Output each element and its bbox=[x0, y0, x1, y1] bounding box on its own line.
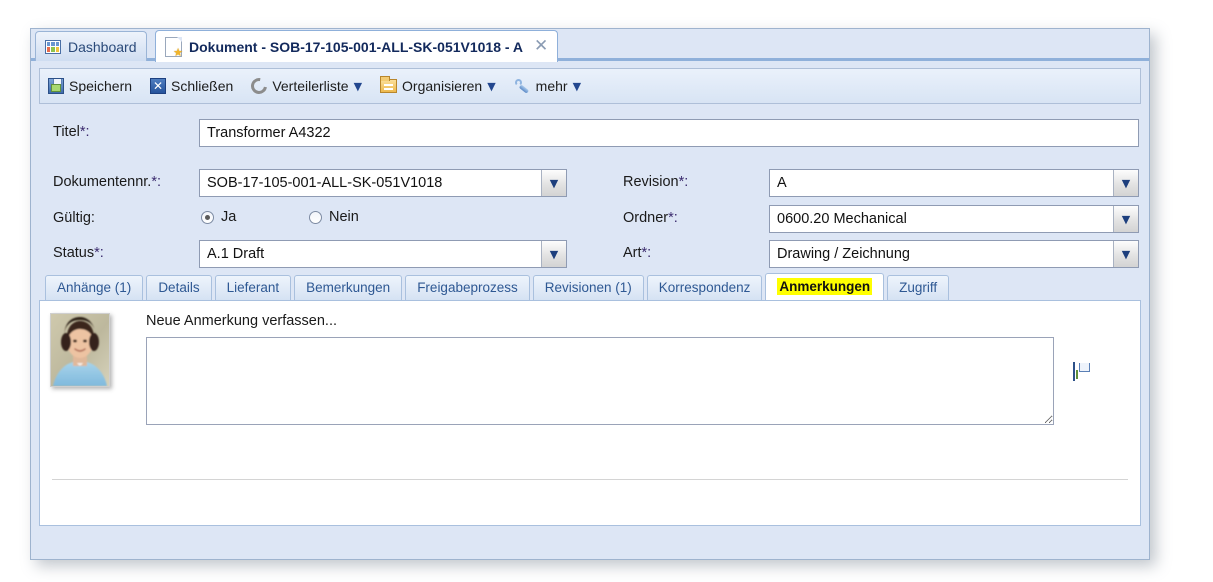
title-field[interactable]: Transformer A4322 bbox=[199, 119, 1139, 147]
avatar bbox=[50, 313, 110, 387]
tab-freigabeprozess-label: Freigabeprozess bbox=[417, 280, 518, 295]
compose-annotation-label: Neue Anmerkung verfassen... bbox=[146, 313, 338, 329]
revision-field[interactable]: A ▼ bbox=[769, 169, 1139, 197]
save-floppy-icon bbox=[48, 78, 64, 94]
more-label: mehr bbox=[535, 78, 568, 94]
folder-icon bbox=[380, 76, 398, 93]
tab-details[interactable]: Details bbox=[146, 275, 212, 300]
compose-annotation-textarea[interactable] bbox=[146, 337, 1054, 425]
radio-selected-icon bbox=[201, 210, 214, 224]
panel-divider bbox=[52, 479, 1128, 480]
revision-field-value: A bbox=[777, 175, 787, 191]
valid-radio-nein[interactable]: Nein bbox=[309, 209, 359, 225]
user-avatar-photo bbox=[51, 314, 109, 386]
valid-radio-ja-label: Ja bbox=[221, 209, 237, 225]
tab-bemerkungen[interactable]: Bemerkungen bbox=[294, 275, 403, 300]
tab-anmerkungen-label: Anmerkungen bbox=[777, 278, 873, 295]
distribution-list-button[interactable]: Verteilerliste ▼ bbox=[248, 74, 362, 98]
tab-anmerkungen[interactable]: Anmerkungen bbox=[765, 273, 885, 300]
save-floppy-icon bbox=[1073, 362, 1075, 381]
chevron-down-icon[interactable]: ▼ bbox=[354, 81, 362, 92]
tab-korrespondenz[interactable]: Korrespondenz bbox=[646, 275, 763, 300]
distribution-list-label: Verteilerliste bbox=[272, 78, 349, 94]
chevron-down-icon: ▼ bbox=[1121, 247, 1131, 261]
folder-dropdown-button[interactable]: ▼ bbox=[1113, 206, 1138, 232]
valid-radio-ja[interactable]: Ja bbox=[201, 209, 309, 225]
folder-field-label: Ordner*: bbox=[623, 210, 678, 226]
status-dropdown-button[interactable]: ▼ bbox=[541, 241, 566, 267]
screenshot-root: Dashboard ★ Dokument - SOB-17-105-001-AL… bbox=[0, 0, 1213, 582]
star-glyph: ★ bbox=[173, 45, 183, 59]
chevron-down-icon: ▼ bbox=[1121, 212, 1131, 226]
valid-radio-group: Ja Nein bbox=[201, 209, 359, 225]
new-annotation-row: Neue Anmerkung verfassen... bbox=[40, 301, 1140, 425]
organize-label: Organisieren bbox=[402, 78, 483, 94]
art-field-label: Art*: bbox=[623, 245, 652, 261]
tab-anhaenge-label: Anhänge (1) bbox=[57, 280, 132, 295]
tab-details-label: Details bbox=[158, 280, 200, 295]
revision-dropdown-button[interactable]: ▼ bbox=[1113, 170, 1138, 196]
tab-zugriff[interactable]: Zugriff bbox=[887, 275, 950, 300]
art-field-value: Drawing / Zeichnung bbox=[777, 246, 910, 262]
close-button[interactable]: ✕ Schließen bbox=[150, 78, 233, 94]
wrench-icon bbox=[514, 78, 531, 94]
distribution-recycle-icon bbox=[248, 74, 271, 98]
save-button-label: Speichern bbox=[69, 78, 133, 94]
window-tab-dashboard[interactable]: Dashboard bbox=[35, 31, 147, 61]
document-star-icon: ★ bbox=[165, 36, 183, 59]
art-dropdown-button[interactable]: ▼ bbox=[1113, 241, 1138, 267]
tab-anhaenge[interactable]: Anhänge (1) bbox=[45, 275, 144, 300]
document-number-field-label: Dokumentennr.*: bbox=[53, 174, 162, 190]
application-window: Dashboard ★ Dokument - SOB-17-105-001-AL… bbox=[30, 28, 1150, 560]
more-button[interactable]: mehr ▼ bbox=[514, 78, 581, 94]
status-field-value: A.1 Draft bbox=[207, 246, 265, 262]
tab-lieferant-label: Lieferant bbox=[226, 280, 280, 295]
save-annotation-button[interactable] bbox=[1073, 362, 1075, 381]
art-field[interactable]: Drawing / Zeichnung ▼ bbox=[769, 240, 1139, 268]
document-form: Titel*: Transformer A4322 Dokumentennr.*… bbox=[39, 114, 1141, 274]
status-field[interactable]: A.1 Draft ▼ bbox=[199, 240, 567, 268]
save-button[interactable]: Speichern bbox=[48, 78, 132, 94]
chevron-down-icon: ▼ bbox=[549, 247, 559, 261]
tab-revisionen[interactable]: Revisionen (1) bbox=[532, 275, 644, 300]
window-tab-strip: Dashboard ★ Dokument - SOB-17-105-001-AL… bbox=[31, 29, 1149, 62]
tab-lieferant[interactable]: Lieferant bbox=[214, 275, 292, 300]
document-number-dropdown-button[interactable]: ▼ bbox=[541, 170, 566, 196]
revision-field-label: Revision*: bbox=[623, 174, 689, 190]
tab-bemerkungen-label: Bemerkungen bbox=[306, 280, 391, 295]
radio-unselected-icon bbox=[309, 210, 322, 224]
folder-field-value: 0600.20 Mechanical bbox=[777, 211, 907, 227]
valid-radio-nein-label: Nein bbox=[329, 209, 359, 225]
chevron-down-icon: ▼ bbox=[1121, 176, 1131, 190]
tab-freigabeprozess[interactable]: Freigabeprozess bbox=[405, 275, 530, 300]
document-number-field[interactable]: SOB-17-105-001-ALL-SK-051V1018 ▼ bbox=[199, 169, 567, 197]
document-number-field-value: SOB-17-105-001-ALL-SK-051V1018 bbox=[207, 175, 443, 191]
annotations-panel: Neue Anmerkung verfassen... bbox=[39, 300, 1141, 526]
chevron-down-icon[interactable]: ▼ bbox=[573, 81, 581, 92]
folder-field[interactable]: 0600.20 Mechanical ▼ bbox=[769, 205, 1139, 233]
title-field-value: Transformer A4322 bbox=[207, 125, 331, 141]
title-field-label: Titel*: bbox=[53, 124, 90, 140]
toolbar: Speichern ✕ Schließen Verteilerliste ▼ O… bbox=[39, 68, 1141, 104]
window-tab-document[interactable]: ★ Dokument - SOB-17-105-001-ALL-SK-051V1… bbox=[155, 30, 559, 62]
tab-korrespondenz-label: Korrespondenz bbox=[658, 280, 751, 295]
close-icon[interactable]: ✕ bbox=[534, 38, 548, 55]
content-tab-bar: Anhänge (1) Details Lieferant Bemerkunge… bbox=[39, 273, 1141, 300]
new-annotation-main: Neue Anmerkung verfassen... bbox=[110, 313, 1140, 425]
dashboard-grid-icon bbox=[45, 39, 61, 54]
status-field-label: Status*: bbox=[53, 245, 104, 261]
window-tab-document-label: Dokument - SOB-17-105-001-ALL-SK-051V101… bbox=[189, 38, 524, 55]
organize-button[interactable]: Organisieren ▼ bbox=[380, 76, 496, 94]
compose-annotation-row bbox=[146, 337, 1140, 425]
tab-revisionen-label: Revisionen (1) bbox=[544, 280, 632, 295]
tab-zugriff-label: Zugriff bbox=[899, 280, 938, 295]
close-x-icon: ✕ bbox=[150, 78, 167, 94]
chevron-down-icon: ▼ bbox=[549, 176, 559, 190]
chevron-down-icon[interactable]: ▼ bbox=[487, 81, 495, 92]
window-tab-dashboard-label: Dashboard bbox=[68, 38, 137, 55]
valid-field-label: Gültig: bbox=[53, 210, 95, 226]
close-button-label: Schließen bbox=[171, 78, 234, 94]
